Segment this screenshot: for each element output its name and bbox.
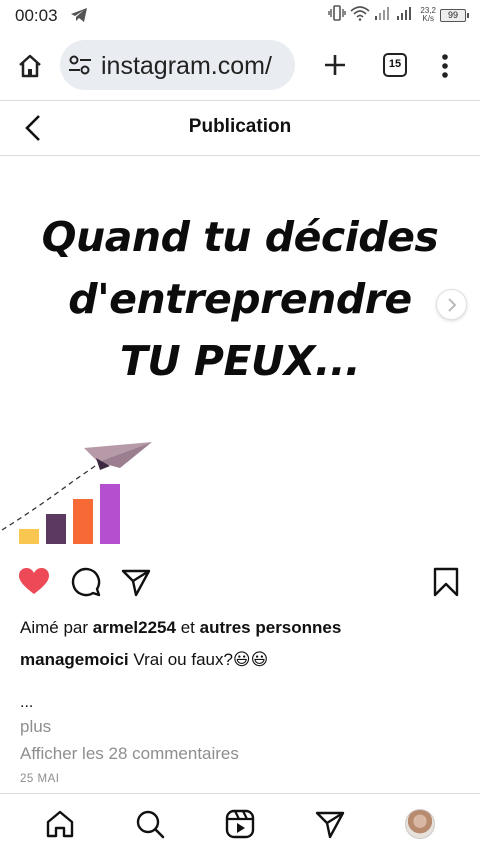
avatar[interactable] [405, 809, 435, 839]
post-headline: Quand tu décides d'entreprendre TU PEUX.… [0, 206, 480, 392]
search-icon[interactable] [135, 809, 165, 839]
growth-bar [19, 529, 39, 544]
post-caption: managemoici Vrai ou faux?😃😃 [20, 650, 268, 670]
caption-text: Vrai ou faux?😃😃 [133, 650, 269, 669]
view-comments-link[interactable]: Afficher les 28 commentaires [20, 744, 239, 764]
battery-level: 99 [447, 9, 458, 20]
headline-line: d'entreprendre [68, 275, 412, 323]
plus-icon [325, 55, 345, 75]
net-speed: 23,2 K/s [420, 7, 436, 23]
caption-username[interactable]: managemoici [20, 650, 129, 669]
heart-icon[interactable] [18, 566, 50, 598]
growth-bar [73, 499, 93, 544]
wifi-icon [350, 5, 370, 26]
growth-bar [46, 514, 66, 544]
post-image[interactable]: Quand tu décides d'entreprendre TU PEUX.… [0, 156, 480, 558]
comment-icon[interactable] [70, 566, 102, 598]
signal-icon [374, 6, 392, 25]
bookmark-icon[interactable] [430, 566, 462, 598]
next-image-button[interactable] [436, 289, 467, 320]
browser-toolbar: instagram.com/ 15 [0, 30, 480, 100]
signal-icon [396, 6, 414, 25]
home-icon[interactable] [16, 52, 44, 80]
telegram-icon [70, 7, 88, 28]
battery-icon: 99 [440, 8, 469, 22]
reels-icon[interactable] [225, 809, 255, 839]
headline-line: Quand tu décides [41, 213, 439, 261]
net-speed-unit: K/s [422, 14, 434, 23]
more-link[interactable]: plus [20, 717, 51, 737]
growth-bar [100, 484, 120, 544]
url-text[interactable]: instagram.com/ [101, 52, 272, 81]
liker-username[interactable]: armel2254 [93, 618, 176, 637]
new-tab-button[interactable] [322, 52, 348, 78]
likes-summary: Aimé par armel2254 et autres personnes [20, 618, 341, 638]
post-header: Publication [0, 101, 480, 155]
caption-ellipsis: ... [20, 694, 34, 711]
more-vert-icon[interactable] [436, 53, 454, 79]
post-actions [0, 562, 480, 602]
likes-prefix: Aimé par [20, 618, 89, 637]
tab-count: 15 [388, 58, 402, 70]
chevron-right-icon [448, 298, 457, 312]
direct-icon[interactable] [315, 809, 345, 839]
vibrate-icon [328, 4, 347, 26]
likes-connector: et [180, 618, 195, 637]
status-bar: 00:03 23,2 K/s 99 [0, 0, 480, 30]
address-bar[interactable]: instagram.com/ [60, 40, 295, 90]
page-title: Publication [188, 116, 292, 137]
likes-others-link[interactable]: autres personnes [200, 618, 342, 637]
tabs-icon[interactable]: 15 [383, 53, 407, 77]
home-icon[interactable] [45, 809, 75, 839]
post-date: 25 MAI [20, 773, 60, 785]
growth-graphic [1, 442, 152, 544]
status-indicators: 23,2 K/s 99 [328, 4, 469, 26]
tune-icon[interactable] [68, 54, 92, 81]
share-icon[interactable] [120, 566, 152, 598]
status-time: 00:03 [15, 6, 58, 25]
headline-line: TU PEUX... [119, 337, 361, 385]
bottom-nav [0, 793, 480, 854]
